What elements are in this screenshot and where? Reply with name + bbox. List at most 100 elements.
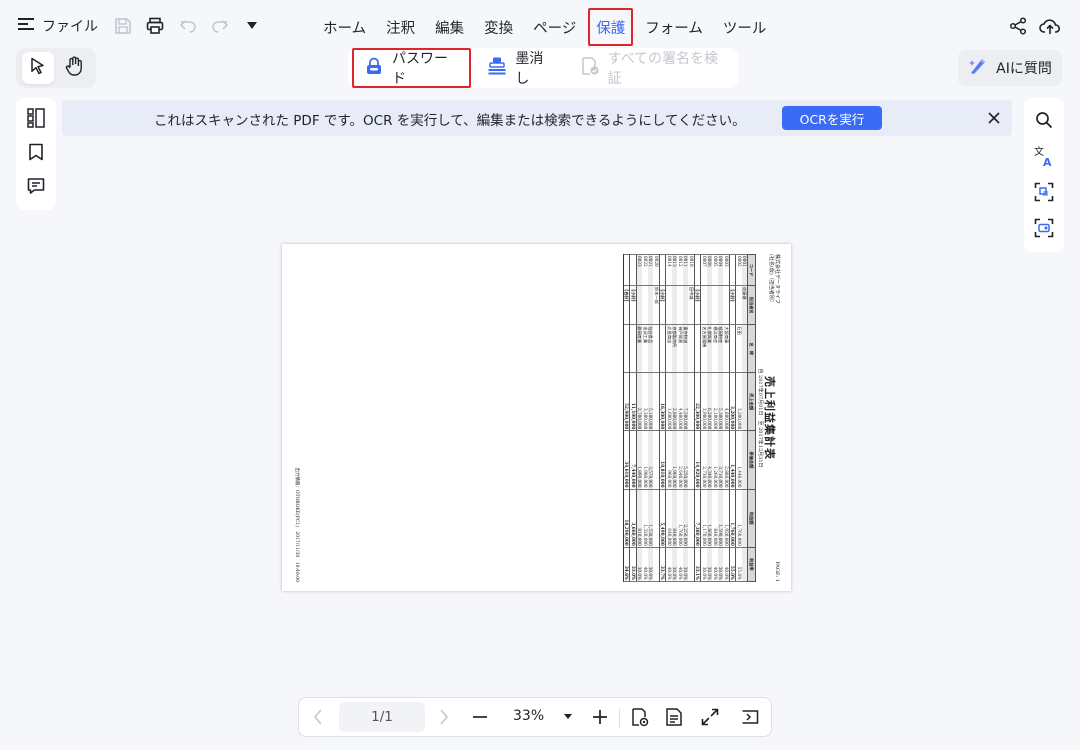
table-cell: 810,000 <box>636 489 643 548</box>
table-cell <box>677 285 683 325</box>
table-cell: 6,200,000 <box>706 372 713 431</box>
nav-tab-2[interactable]: 編集 <box>427 8 472 46</box>
table-cell: 52,900,000 <box>623 372 630 431</box>
share-icon[interactable] <box>1006 14 1030 38</box>
password-button[interactable]: パスワード <box>352 48 472 88</box>
nav-tab-3[interactable]: 変換 <box>476 8 521 46</box>
table-cell: 1,860,000 <box>706 489 713 548</box>
redact-label: 墨消し <box>515 51 544 87</box>
table-row: 0013 京都製作所 2,800,000 1,960,000 840,000 30.0% <box>671 254 678 582</box>
table-cell: 960,000 <box>665 430 672 490</box>
table-cell: 2,880,000 <box>723 430 730 490</box>
verify-signatures-button[interactable]: すべての署名を検証 <box>570 48 738 88</box>
save-icon[interactable] <box>112 15 134 37</box>
table-cell: 34.6% <box>623 547 630 582</box>
redo-icon[interactable] <box>209 15 231 37</box>
table-cell: 30.0% <box>636 547 643 582</box>
bookmark-icon[interactable] <box>24 140 48 164</box>
doc-footer: 出力情報：OTOBOKE(PC1) 2017/11/30 10:40:00 <box>294 467 299 582</box>
pdf-page[interactable]: 株式会社データライフ (社名(仮)（担当者別） 売上利益集計表 自 2017年0… <box>282 244 791 591</box>
ocr-scan-icon[interactable] <box>1032 180 1056 204</box>
translate-icon[interactable]: 文A <box>1032 144 1056 168</box>
table-cell: 40.0% <box>642 547 648 582</box>
page-number-input[interactable]: 1/1 <box>339 702 425 732</box>
next-page-icon[interactable] <box>433 706 455 728</box>
close-icon[interactable] <box>984 108 1004 128</box>
zoom-dropdown-icon[interactable] <box>557 706 579 728</box>
nav-tab-5[interactable]: 保護 <box>588 8 634 46</box>
table-cell: 40.0% <box>665 547 672 582</box>
read-mode-icon[interactable] <box>629 706 651 728</box>
cloud-upload-icon[interactable] <box>1038 14 1062 38</box>
undo-icon[interactable] <box>177 15 199 37</box>
table-cell <box>706 285 713 325</box>
search-icon[interactable] <box>1032 108 1056 132</box>
table-cell: 【小計】 <box>629 285 637 325</box>
table-cell: 仙台食品 <box>647 324 654 373</box>
table-cell: 1,760,000 <box>729 489 736 548</box>
table-cell <box>729 324 736 373</box>
table-cell: 4,400,000 <box>677 372 683 431</box>
nav-tab-0[interactable]: ホーム <box>315 8 374 46</box>
zoom-level[interactable]: 33% <box>513 708 544 724</box>
table-cell: 5,250,000 <box>682 430 689 490</box>
table-cell: 1,440,000 <box>729 430 736 490</box>
table-cell: 3,200,000 <box>735 372 742 431</box>
zoom-out-icon[interactable] <box>469 706 491 728</box>
table-cell <box>741 372 748 431</box>
zoom-in-icon[interactable] <box>589 706 611 728</box>
menu-bar: ファイル ホーム 注釈 編集 変換 ページ 保護 フォーム ツール <box>0 0 1080 52</box>
signature-verify-icon <box>580 56 600 80</box>
redact-button[interactable]: 墨消し <box>477 48 565 88</box>
fit-page-icon[interactable] <box>663 706 685 728</box>
comment-icon[interactable] <box>24 174 48 198</box>
table-cell: 広島商店 <box>665 324 672 373</box>
nav-tab-4[interactable]: ページ <box>525 8 584 46</box>
table-cell: 0007 <box>700 254 707 286</box>
table-cell <box>688 430 695 490</box>
svg-text:A: A <box>1043 156 1052 167</box>
nav-tab-7[interactable]: ツール <box>715 8 775 46</box>
table-row: 0012 神戸貿易 4,400,000 2,640,000 1,760,000 40.0% <box>677 254 683 582</box>
table-cell: 名古屋電機 <box>700 324 707 373</box>
fullscreen-icon[interactable] <box>699 706 721 728</box>
ai-sparkle-icon <box>968 56 988 80</box>
table-cell: 1,920,000 <box>723 489 730 548</box>
thumbnails-icon[interactable] <box>24 106 48 130</box>
table-cell: 30.0% <box>682 547 689 582</box>
menu-icon <box>18 17 34 35</box>
table-cell <box>712 285 718 325</box>
file-menu-label: ファイル <box>42 19 98 35</box>
table-row: 0020 鈴木一郎 <box>653 254 660 582</box>
table-cell: 4,340,000 <box>706 430 713 490</box>
prev-page-icon[interactable] <box>307 706 329 728</box>
table-cell: 40.0% <box>712 547 718 582</box>
table-cell: 10,810,000 <box>659 430 666 490</box>
collapse-panel-icon[interactable] <box>739 706 761 728</box>
nav-tab-1[interactable]: 注釈 <box>378 8 423 46</box>
run-ocr-button[interactable]: OCRを実行 <box>782 106 882 130</box>
table-cell: 大阪商事 <box>723 324 730 373</box>
table-cell <box>688 324 695 373</box>
screen-capture-icon[interactable] <box>1032 216 1056 240</box>
dropdown-icon[interactable] <box>241 15 263 37</box>
ai-ask-button[interactable]: AIに質問 <box>958 50 1062 86</box>
print-icon[interactable] <box>144 15 166 37</box>
hand-tool-button[interactable] <box>58 52 90 84</box>
table-cell: 0012 <box>677 254 683 286</box>
table-cell: 1,170,000 <box>700 489 707 548</box>
table-row: 0006 札幌興業 6,200,000 4,340,000 1,860,000 30.0% <box>706 254 713 582</box>
file-menu-button[interactable]: ファイル <box>18 14 98 38</box>
table-cell <box>741 324 748 373</box>
scanned-pdf-banner: これはスキャンされた PDF です。OCR を実行して、編集または検索できるよう… <box>62 100 1012 136</box>
table-cell: 鈴木一郎 <box>653 285 660 325</box>
table-cell: 5,490,000 <box>659 489 666 548</box>
table-cell: 0022 <box>642 254 648 286</box>
select-tool-button[interactable] <box>22 52 54 84</box>
table-cell: 1,260,000 <box>712 430 718 490</box>
table-cell: 京都製作所 <box>671 324 678 373</box>
nav-tab-6[interactable]: フォーム <box>637 8 711 46</box>
table-cell: 2,700,000 <box>636 372 643 431</box>
table-cell <box>717 285 724 325</box>
table-cell: 0010 <box>688 254 695 286</box>
